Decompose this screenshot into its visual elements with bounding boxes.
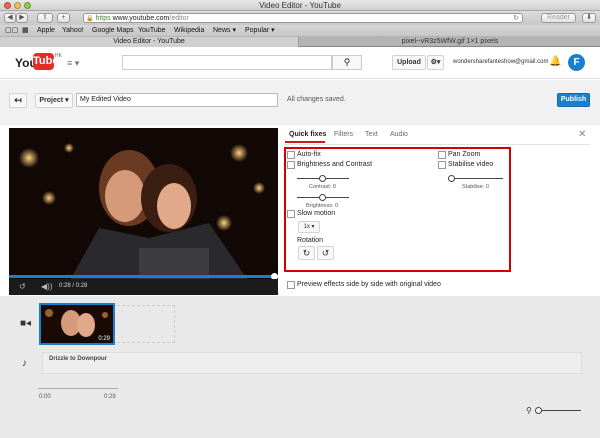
- settings-gear-icon[interactable]: ⚙▾: [427, 55, 444, 70]
- stabilise-label: Stabilise video: [448, 161, 494, 168]
- bookmark-wikipedia[interactable]: Wikipedia: [174, 25, 204, 36]
- minimize-window-icon[interactable]: [14, 2, 21, 9]
- stabilise-slider-handle[interactable]: [448, 175, 455, 182]
- guide-menu-icon[interactable]: ≡ ▾: [67, 58, 79, 69]
- timeline-zoom-handle[interactable]: [535, 407, 542, 414]
- contrast-value: Contrast: 0: [309, 184, 336, 190]
- slow-motion-label: Slow motion: [297, 210, 336, 217]
- notifications-bell-icon[interactable]: 🔔: [549, 56, 561, 67]
- lock-icon: 🔒: [86, 16, 94, 22]
- save-status: All changes saved.: [287, 96, 346, 103]
- url-scheme: https: [95, 15, 111, 22]
- zoom-icon: ⚲: [526, 406, 532, 415]
- slow-motion-checkbox[interactable]: [287, 210, 295, 218]
- search-button[interactable]: ⚲: [332, 55, 362, 70]
- bookmark-youtube[interactable]: YouTube: [138, 25, 166, 36]
- stabilise-value: Stabilise: 0: [462, 184, 489, 190]
- bookmark-yahoo[interactable]: Yahoo!: [62, 25, 84, 36]
- reading-list-icon[interactable]: ▢▢: [5, 25, 18, 36]
- youtube-logo-tube[interactable]: Tube: [33, 53, 58, 70]
- pan-zoom-checkbox[interactable]: [438, 151, 446, 159]
- brightness-contrast-label: Brightness and Contrast: [297, 161, 373, 168]
- url-path: /editor: [169, 15, 189, 22]
- tab-text[interactable]: Text: [365, 131, 378, 138]
- search-input[interactable]: [122, 55, 332, 70]
- window-titlebar: Video Editor - YouTube: [0, 0, 600, 11]
- top-sites-icon[interactable]: ▦: [22, 25, 29, 36]
- audio-track-area[interactable]: Drizzle to Downpour: [42, 352, 582, 374]
- video-preview[interactable]: [9, 128, 278, 282]
- ruler-end: 0:29: [104, 394, 116, 400]
- auto-fix-checkbox[interactable]: [287, 151, 295, 159]
- tab-filters[interactable]: Filters: [334, 131, 353, 138]
- project-title-input[interactable]: My Edited Video: [76, 93, 278, 107]
- contrast-slider-handle[interactable]: [319, 175, 326, 182]
- tab-label: pixel--vR3z5WfW.gif 1×1 pixels: [401, 38, 499, 45]
- tab-label: Video Editor - YouTube: [113, 38, 185, 45]
- video-track-icon: ■◂: [20, 318, 32, 329]
- forward-button[interactable]: ▶: [16, 13, 28, 23]
- window-title: Video Editor - YouTube: [259, 1, 341, 10]
- back-arrow-icon[interactable]: ↤: [9, 93, 27, 108]
- upload-button[interactable]: Upload: [392, 55, 426, 70]
- project-menu-button[interactable]: Project ▾: [35, 93, 73, 108]
- audio-track-label: Drizzle to Downpour: [49, 356, 107, 362]
- back-button[interactable]: ◀: [4, 13, 16, 23]
- close-window-icon[interactable]: [4, 2, 11, 9]
- address-bar[interactable]: 🔒 https www.youtube.com/editor ↻: [83, 13, 523, 23]
- tab-quick-fixes[interactable]: Quick fixes: [289, 131, 326, 138]
- bookmark-apple[interactable]: Apple: [37, 25, 55, 36]
- brightness-value: Brightness: 0: [306, 203, 339, 209]
- video-clip[interactable]: 0:29: [39, 303, 115, 345]
- player-time: 0:28 / 0:28: [59, 283, 88, 289]
- tab-bar: Video Editor - YouTube pixel--vR3z5WfW.g…: [0, 36, 600, 47]
- account-email: wondersharefanteshow@gmail.com: [453, 59, 549, 65]
- reader-button[interactable]: Reader: [541, 13, 576, 23]
- rotate-clockwise-icon[interactable]: ↻: [298, 246, 315, 260]
- bookmark-news[interactable]: News ▾: [213, 25, 236, 36]
- stabilise-slider[interactable]: [448, 178, 503, 179]
- slow-motion-speed-select[interactable]: 1x ▾: [298, 221, 320, 233]
- replay-icon[interactable]: ↺: [19, 282, 26, 291]
- auto-fix-label: Auto-fix: [297, 151, 321, 158]
- tab-audio[interactable]: Audio: [390, 131, 408, 138]
- timeline-zoom-slider[interactable]: [537, 410, 581, 411]
- reload-icon[interactable]: ↻: [513, 14, 519, 23]
- publish-button[interactable]: Publish: [557, 93, 590, 107]
- rotate-counterclockwise-icon[interactable]: ↺: [317, 246, 334, 260]
- ruler-start: 0:00: [39, 394, 51, 400]
- player-controls: ↺ ◀)) 0:28 / 0:28: [9, 279, 278, 295]
- pan-zoom-label: Pan Zoom: [448, 151, 481, 158]
- audio-track-icon: ♪: [22, 358, 27, 369]
- timeline-ruler: [38, 388, 118, 389]
- tab-pixel-gif[interactable]: pixel--vR3z5WfW.gif 1×1 pixels: [300, 37, 600, 47]
- rotation-label: Rotation: [297, 237, 324, 244]
- stabilise-checkbox[interactable]: [438, 161, 446, 169]
- close-panel-icon[interactable]: ✕: [578, 129, 586, 140]
- video-frame: [9, 128, 278, 282]
- bookmark-google-maps[interactable]: Google Maps: [92, 25, 134, 36]
- brightness-slider-handle[interactable]: [319, 194, 326, 201]
- preview-side-by-side-checkbox[interactable]: [287, 281, 295, 289]
- share-icon[interactable]: ⇪: [37, 13, 53, 23]
- region-code: HK: [55, 53, 62, 59]
- brightness-contrast-checkbox[interactable]: [287, 161, 295, 169]
- seek-bar[interactable]: [9, 275, 278, 278]
- zoom-window-icon[interactable]: [24, 2, 31, 9]
- new-tab-button[interactable]: +: [57, 13, 70, 23]
- bookmark-popular[interactable]: Popular ▾: [245, 25, 275, 36]
- preview-side-by-side-label: Preview effects side by side with origin…: [297, 281, 441, 288]
- search-icon: ⚲: [343, 57, 351, 67]
- clip-duration: 0:29: [98, 336, 110, 342]
- volume-icon[interactable]: ◀)): [41, 282, 52, 291]
- url-domain: www.youtube.com: [112, 15, 170, 22]
- tab-divider: [284, 144, 590, 145]
- tab-video-editor[interactable]: Video Editor - YouTube: [0, 37, 299, 47]
- active-tab-indicator: [285, 141, 325, 143]
- avatar[interactable]: F: [568, 54, 585, 71]
- downloads-icon[interactable]: ⬇: [582, 13, 596, 23]
- seek-bar-fill: [9, 275, 273, 278]
- bookmarks-bar: ▢▢ ▦ Apple Yahoo! Google Maps YouTube Wi…: [0, 25, 600, 36]
